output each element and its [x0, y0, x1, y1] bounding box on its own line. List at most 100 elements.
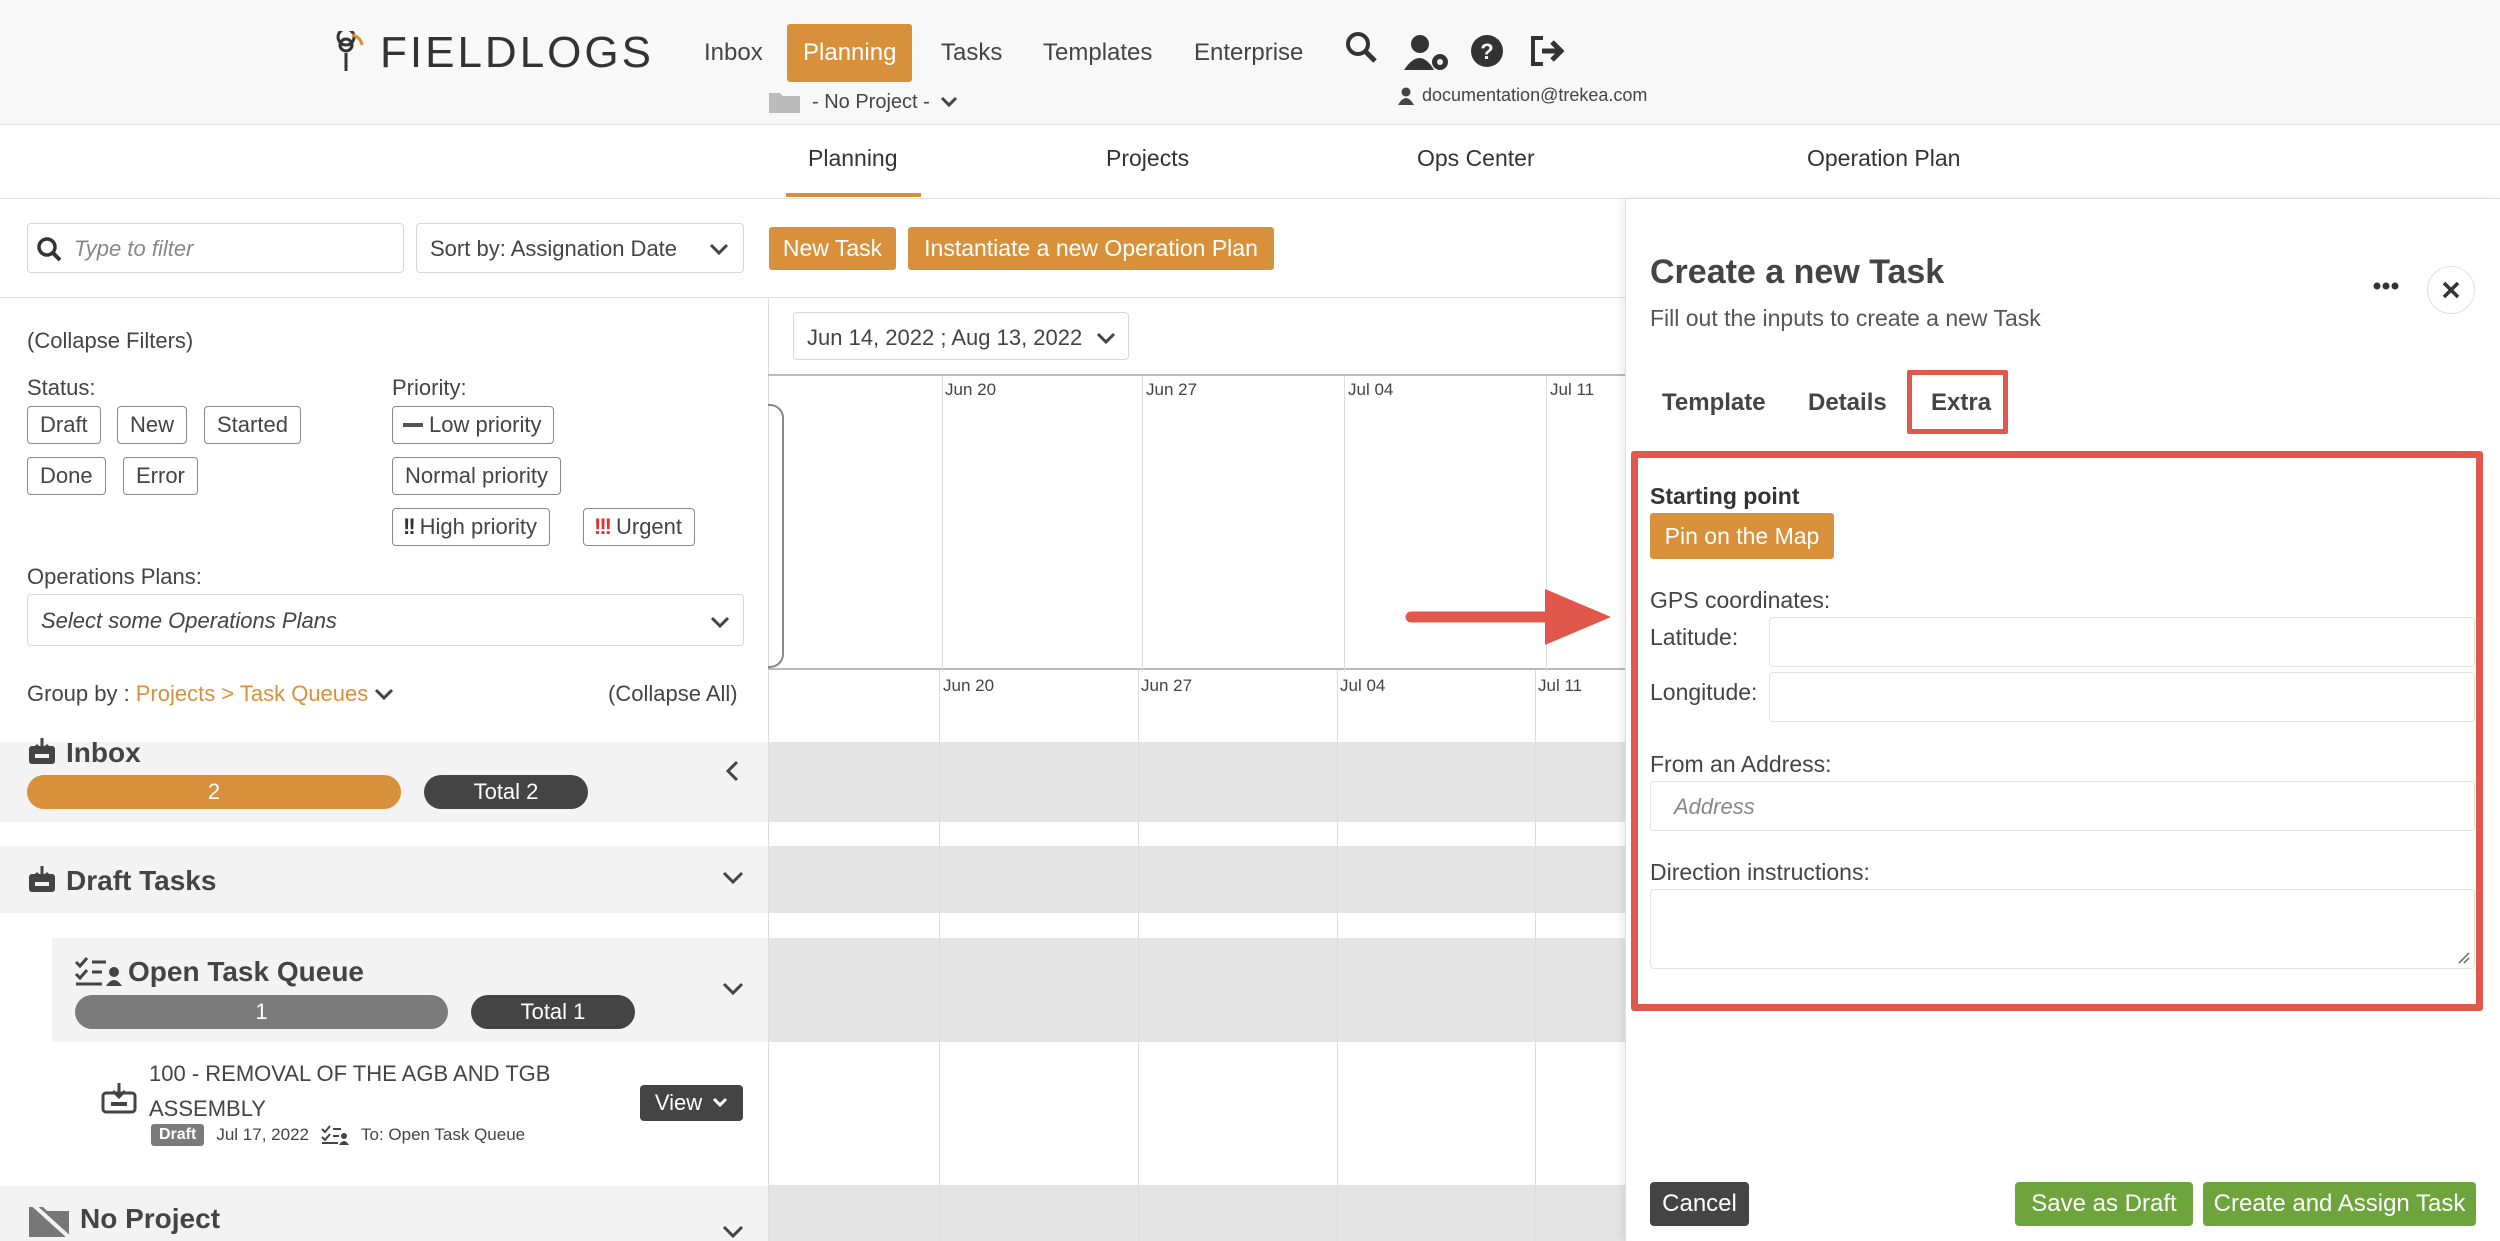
- resize-handle-icon[interactable]: [2458, 952, 2470, 964]
- sort-select[interactable]: Sort by: Assignation Date: [416, 223, 744, 273]
- sub-navigation: [0, 125, 2500, 199]
- chevron-down-icon: [710, 616, 730, 629]
- timeline-body: [768, 670, 1625, 1241]
- cancel-button[interactable]: Cancel: [1650, 1182, 1749, 1226]
- search-icon: [37, 237, 62, 262]
- timeline-range-handle[interactable]: [768, 404, 784, 668]
- status-tag-error[interactable]: Error: [123, 457, 198, 495]
- status-tag-done[interactable]: Done: [27, 457, 106, 495]
- close-button[interactable]: [2427, 266, 2475, 314]
- priority-tag-high[interactable]: !! High priority: [392, 508, 551, 546]
- priority-label: Priority:: [392, 375, 467, 400]
- latitude-input[interactable]: [1769, 617, 2475, 667]
- inbox-icon: [29, 866, 55, 892]
- task-title: 100 - REMOVAL OF THE AGB AND TGB ASSEMBL…: [149, 1061, 551, 1121]
- user-email: documentation@trekea.com: [1422, 85, 1648, 105]
- status-tag-started[interactable]: Started: [204, 406, 301, 444]
- subtab-ops-center[interactable]: Ops Center: [1417, 145, 1535, 172]
- tag-label: Error: [136, 463, 185, 488]
- subtab-projects[interactable]: Projects: [1106, 145, 1189, 172]
- pin-on-map-button[interactable]: Pin on the Map: [1650, 513, 1834, 559]
- nav-planning[interactable]: Planning: [787, 24, 913, 82]
- project-selector-label: - No Project -: [812, 90, 930, 113]
- save-as-draft-button[interactable]: Save as Draft: [2015, 1182, 2193, 1226]
- annotation-arrow: [1405, 589, 1611, 645]
- create-and-assign-task-button[interactable]: Create and Assign Task: [2203, 1182, 2476, 1226]
- timeline-date: Jul 11: [1550, 380, 1595, 399]
- logout-icon[interactable]: [1530, 36, 1566, 66]
- chevron-down-icon: [940, 96, 957, 108]
- tab-details[interactable]: Details: [1808, 389, 1887, 417]
- nav-inbox[interactable]: Inbox: [688, 24, 779, 82]
- logo[interactable]: FIELDLOGS: [332, 28, 654, 78]
- starting-point-label: Starting point: [1650, 483, 1800, 509]
- project-selector[interactable]: - No Project -: [768, 90, 958, 114]
- group-by[interactable]: Group by : Projects > Task Queues: [27, 681, 394, 707]
- subtab-operation-plan[interactable]: Operation Plan: [1807, 145, 1960, 172]
- nav-enterprise[interactable]: Enterprise: [1178, 24, 1319, 82]
- status-tag-new[interactable]: New: [117, 406, 188, 444]
- collapse-all-link[interactable]: (Collapse All): [608, 681, 738, 707]
- chevron-left-icon[interactable]: [725, 760, 741, 782]
- filter-placeholder: Type to filter: [74, 236, 194, 261]
- group-title: No Project: [80, 1203, 221, 1234]
- chevron-down-icon: [713, 1097, 728, 1108]
- instantiate-operation-plan-button[interactable]: Instantiate a new Operation Plan: [908, 227, 1274, 270]
- inbox-count-bar: 2: [27, 775, 401, 809]
- close-icon: [2442, 281, 2460, 299]
- status-tag-draft[interactable]: Draft: [27, 406, 101, 444]
- tag-label: New: [130, 412, 175, 437]
- longitude-label: Longitude:: [1650, 679, 1758, 705]
- user-settings-icon[interactable]: [1404, 34, 1450, 72]
- no-folder-icon: [27, 1199, 73, 1239]
- collapse-filters-link[interactable]: (Collapse Filters): [27, 328, 193, 354]
- operations-plans-select[interactable]: Select some Operations Plans: [27, 594, 744, 646]
- tag-label: Low priority: [429, 412, 542, 437]
- timeline-date: Jun 20: [945, 380, 997, 399]
- subtab-planning[interactable]: Planning: [808, 145, 898, 172]
- chevron-down-icon[interactable]: [722, 1224, 744, 1240]
- queue-total-badge: Total 1: [471, 995, 635, 1029]
- group-by-value: Projects > Task Queues: [135, 681, 369, 706]
- priority-tag-urgent[interactable]: !!! Urgent: [583, 508, 696, 546]
- view-button[interactable]: View: [640, 1085, 743, 1121]
- latitude-label: Latitude:: [1650, 624, 1739, 650]
- inbox-total-badge: Total 2: [424, 775, 588, 809]
- new-task-button[interactable]: New Task: [769, 227, 896, 270]
- operations-plans-label: Operations Plans:: [27, 564, 202, 589]
- priority-tag-low[interactable]: Low priority: [392, 406, 555, 444]
- divider: [768, 670, 769, 1241]
- filter-input[interactable]: Type to filter: [27, 223, 404, 273]
- task-meta: Draft Jul 17, 2022 To: Open Task Queue: [151, 1124, 525, 1146]
- chevron-down-icon[interactable]: [722, 981, 744, 997]
- folder-icon: [769, 93, 800, 113]
- logo-text: FIELDLOGS: [380, 28, 654, 77]
- more-options-icon[interactable]: [2373, 282, 2399, 290]
- tab-extra[interactable]: Extra: [1931, 389, 1991, 417]
- task-queue-icon: [74, 957, 122, 986]
- tag-label: High priority: [419, 514, 538, 539]
- task-row[interactable]: 100 - REMOVAL OF THE AGB AND TGB ASSEMBL…: [52, 1042, 768, 1162]
- logo-pin-icon: [336, 31, 364, 71]
- tag-label: Draft: [40, 412, 88, 437]
- nav-templates[interactable]: Templates: [1027, 24, 1168, 82]
- date-range-select[interactable]: Jun 14, 2022 ; Aug 13, 2022: [793, 312, 1129, 360]
- inbox-icon: [29, 738, 55, 764]
- help-icon[interactable]: ?: [1470, 34, 1504, 68]
- task-queue-icon: [321, 1125, 349, 1145]
- chevron-down-icon: [375, 688, 394, 701]
- inbox-icon: [101, 1083, 137, 1114]
- priority-tag-normal[interactable]: Normal priority: [392, 457, 562, 495]
- svg-text:?: ?: [1480, 39, 1493, 64]
- tag-label: Urgent: [615, 514, 683, 539]
- address-input[interactable]: Address: [1650, 781, 2475, 831]
- direction-instructions-label: Direction instructions:: [1650, 859, 1870, 885]
- tab-template[interactable]: Template: [1662, 389, 1766, 417]
- user-icon: [1398, 87, 1414, 105]
- longitude-input[interactable]: [1769, 672, 2475, 722]
- direction-instructions-textarea[interactable]: [1650, 889, 2475, 969]
- search-icon[interactable]: [1344, 30, 1378, 64]
- chevron-down-icon[interactable]: [722, 870, 744, 886]
- panel-subtitle: Fill out the inputs to create a new Task: [1650, 305, 2041, 331]
- nav-tasks[interactable]: Tasks: [925, 24, 1018, 82]
